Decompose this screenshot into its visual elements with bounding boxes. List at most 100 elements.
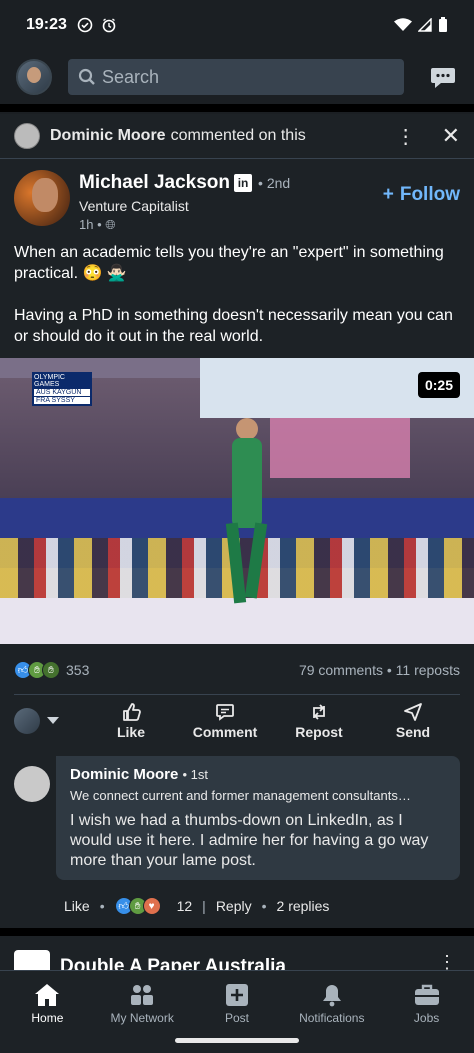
thumbs-up-icon bbox=[123, 703, 141, 721]
commenter-avatar-small[interactable] bbox=[14, 123, 40, 149]
post-video[interactable]: OLYMPIC GAMES AUS KAYGUN FRA SYSSY 0:25 bbox=[0, 358, 474, 644]
comment-replies-link[interactable]: 2 replies bbox=[277, 898, 330, 914]
video-duration: 0:25 bbox=[417, 372, 460, 398]
more-options-icon[interactable]: ⋮ bbox=[396, 124, 416, 149]
briefcase-icon bbox=[414, 984, 439, 1005]
reaction-icons[interactable]: 👍︎ ✋︎ ✋︎ bbox=[14, 661, 60, 679]
dot-separator: • bbox=[99, 898, 105, 914]
post-text-paragraph-1: When an academic tells you they're an "e… bbox=[14, 244, 444, 282]
video-dancer bbox=[224, 418, 272, 608]
comment-actions: Like • 👍︎ ✋︎ ♥︎ 12 | Reply • 2 replies bbox=[64, 894, 329, 918]
feed-divider bbox=[0, 928, 474, 936]
messaging-button[interactable] bbox=[428, 62, 458, 92]
comment-like-button[interactable]: Like bbox=[64, 898, 90, 914]
author-name[interactable]: Michael Jackson bbox=[79, 172, 230, 194]
search-placeholder: Search bbox=[102, 66, 160, 87]
alarm-icon bbox=[102, 18, 116, 33]
comment-reaction-icons[interactable]: 👍︎ ✋︎ ♥︎ bbox=[114, 897, 161, 915]
video-scoreboard: OLYMPIC GAMES AUS KAYGUN FRA SYSSY bbox=[32, 372, 92, 406]
bottom-navigation: Home My Network Post Notifications Jobs bbox=[0, 970, 474, 1053]
comment-icon bbox=[216, 704, 234, 721]
comment-author-name[interactable]: Dominic Moore bbox=[70, 766, 178, 783]
linkedin-premium-icon: in bbox=[234, 174, 253, 192]
post-text-paragraph-2: Having a PhD in something doesn't necess… bbox=[14, 307, 453, 345]
search-icon bbox=[78, 68, 95, 85]
context-actor[interactable]: Dominic Moore bbox=[50, 127, 166, 145]
comment-reaction-count[interactable]: 12 bbox=[177, 898, 193, 914]
globe-icon: 🌐︎ bbox=[105, 217, 116, 232]
messaging-icon bbox=[431, 68, 455, 88]
like-button[interactable]: Like bbox=[84, 702, 178, 740]
post-actions: Like Comment Repost Send bbox=[14, 698, 460, 744]
scoreboard-title: OLYMPIC GAMES bbox=[34, 374, 65, 388]
follow-label: Follow bbox=[399, 184, 460, 205]
scoreboard-row-1: AUS KAYGUN bbox=[34, 389, 90, 396]
context-action: commented on this bbox=[170, 127, 306, 144]
bell-icon bbox=[322, 985, 341, 1007]
dot-separator: • bbox=[261, 898, 267, 914]
nav-notifications-label: Notifications bbox=[299, 1011, 365, 1025]
nav-network-label: My Network bbox=[110, 1011, 174, 1025]
home-indicator bbox=[175, 1038, 299, 1043]
comment-author-avatar[interactable] bbox=[14, 766, 50, 802]
repost-icon bbox=[313, 704, 325, 720]
author-headline: Venture Capitalist bbox=[79, 198, 189, 214]
repost-label: Repost bbox=[295, 724, 343, 740]
comment-reply-button[interactable]: Reply bbox=[216, 898, 252, 914]
comment-bubble[interactable]: Dominic Moore • 1st We connect current a… bbox=[56, 756, 460, 880]
plus-square-icon bbox=[225, 984, 248, 1006]
post-text: When an academic tells you they're an "e… bbox=[14, 242, 464, 368]
author-name-row[interactable]: Michael Jackson in • 2nd bbox=[79, 172, 290, 194]
comment-text: I wish we had a thumbs-down on LinkedIn,… bbox=[70, 812, 429, 869]
post-author: Michael Jackson in • 2nd Venture Capital… bbox=[14, 170, 460, 234]
feed-divider bbox=[0, 104, 474, 112]
caret-down-icon bbox=[47, 717, 59, 724]
send-button[interactable]: Send bbox=[366, 702, 460, 740]
actions-separator bbox=[14, 694, 460, 695]
comments-reposts-count[interactable]: 79 comments • 11 reposts bbox=[299, 662, 460, 678]
nav-jobs[interactable]: Jobs bbox=[379, 971, 474, 1053]
home-icon bbox=[35, 984, 60, 1006]
top-bar: Search bbox=[0, 52, 474, 102]
comment-item: Dominic Moore • 1st We connect current a… bbox=[14, 756, 460, 880]
nav-home-label: Home bbox=[31, 1011, 64, 1025]
author-avatar[interactable] bbox=[14, 170, 70, 226]
comment-author-headline: We connect current and former management… bbox=[70, 788, 411, 803]
social-counts: 👍︎ ✋︎ ✋︎ 353 79 comments • 11 reposts bbox=[14, 658, 460, 682]
support-reaction-icon: ✋︎ bbox=[42, 661, 60, 679]
post-context-header: Dominic Moore commented on this ⋮ ✕ bbox=[14, 122, 460, 150]
status-bar: 19:23 bbox=[0, 0, 474, 50]
comment-button[interactable]: Comment bbox=[178, 702, 272, 740]
post-time: 1h • 🌐︎ bbox=[79, 217, 116, 233]
send-icon bbox=[404, 703, 422, 721]
status-time: 19:23 bbox=[26, 16, 67, 33]
check-circle-icon bbox=[77, 17, 93, 33]
comment-author-row[interactable]: Dominic Moore • 1st bbox=[70, 766, 446, 783]
nav-post-label: Post bbox=[224, 1011, 249, 1025]
app-root: 19:23 Search Dominic Moore commented on … bbox=[0, 0, 474, 1053]
post-time-text: 1h • bbox=[79, 217, 102, 232]
search-input[interactable]: Search bbox=[68, 59, 404, 95]
like-label: Like bbox=[116, 724, 145, 740]
video-pink-stand bbox=[270, 418, 410, 478]
love-reaction-icon: ♥︎ bbox=[142, 897, 161, 915]
repost-button[interactable]: Repost bbox=[272, 702, 366, 740]
scoreboard-row-2: FRA SYSSY bbox=[34, 397, 90, 404]
my-avatar bbox=[14, 708, 40, 734]
feed-post-card: Dominic Moore commented on this ⋮ ✕ Mich… bbox=[0, 114, 474, 928]
comment-label: Comment bbox=[192, 724, 258, 740]
close-icon[interactable]: ✕ bbox=[442, 123, 460, 149]
nav-home[interactable]: Home bbox=[0, 971, 95, 1053]
wifi-icon bbox=[394, 18, 412, 31]
status-left-icons bbox=[77, 17, 117, 33]
profile-avatar[interactable] bbox=[16, 59, 52, 95]
pipe-separator: | bbox=[202, 898, 206, 914]
battery-icon bbox=[439, 17, 447, 32]
reaction-identity-selector[interactable] bbox=[14, 708, 84, 734]
nav-jobs-label: Jobs bbox=[413, 1011, 440, 1025]
reaction-count[interactable]: 353 bbox=[66, 662, 89, 678]
signal-icon bbox=[418, 18, 432, 32]
follow-button[interactable]: + Follow bbox=[383, 184, 460, 206]
comment-author-degree: • 1st bbox=[182, 767, 209, 782]
status-right-icons bbox=[394, 17, 448, 33]
